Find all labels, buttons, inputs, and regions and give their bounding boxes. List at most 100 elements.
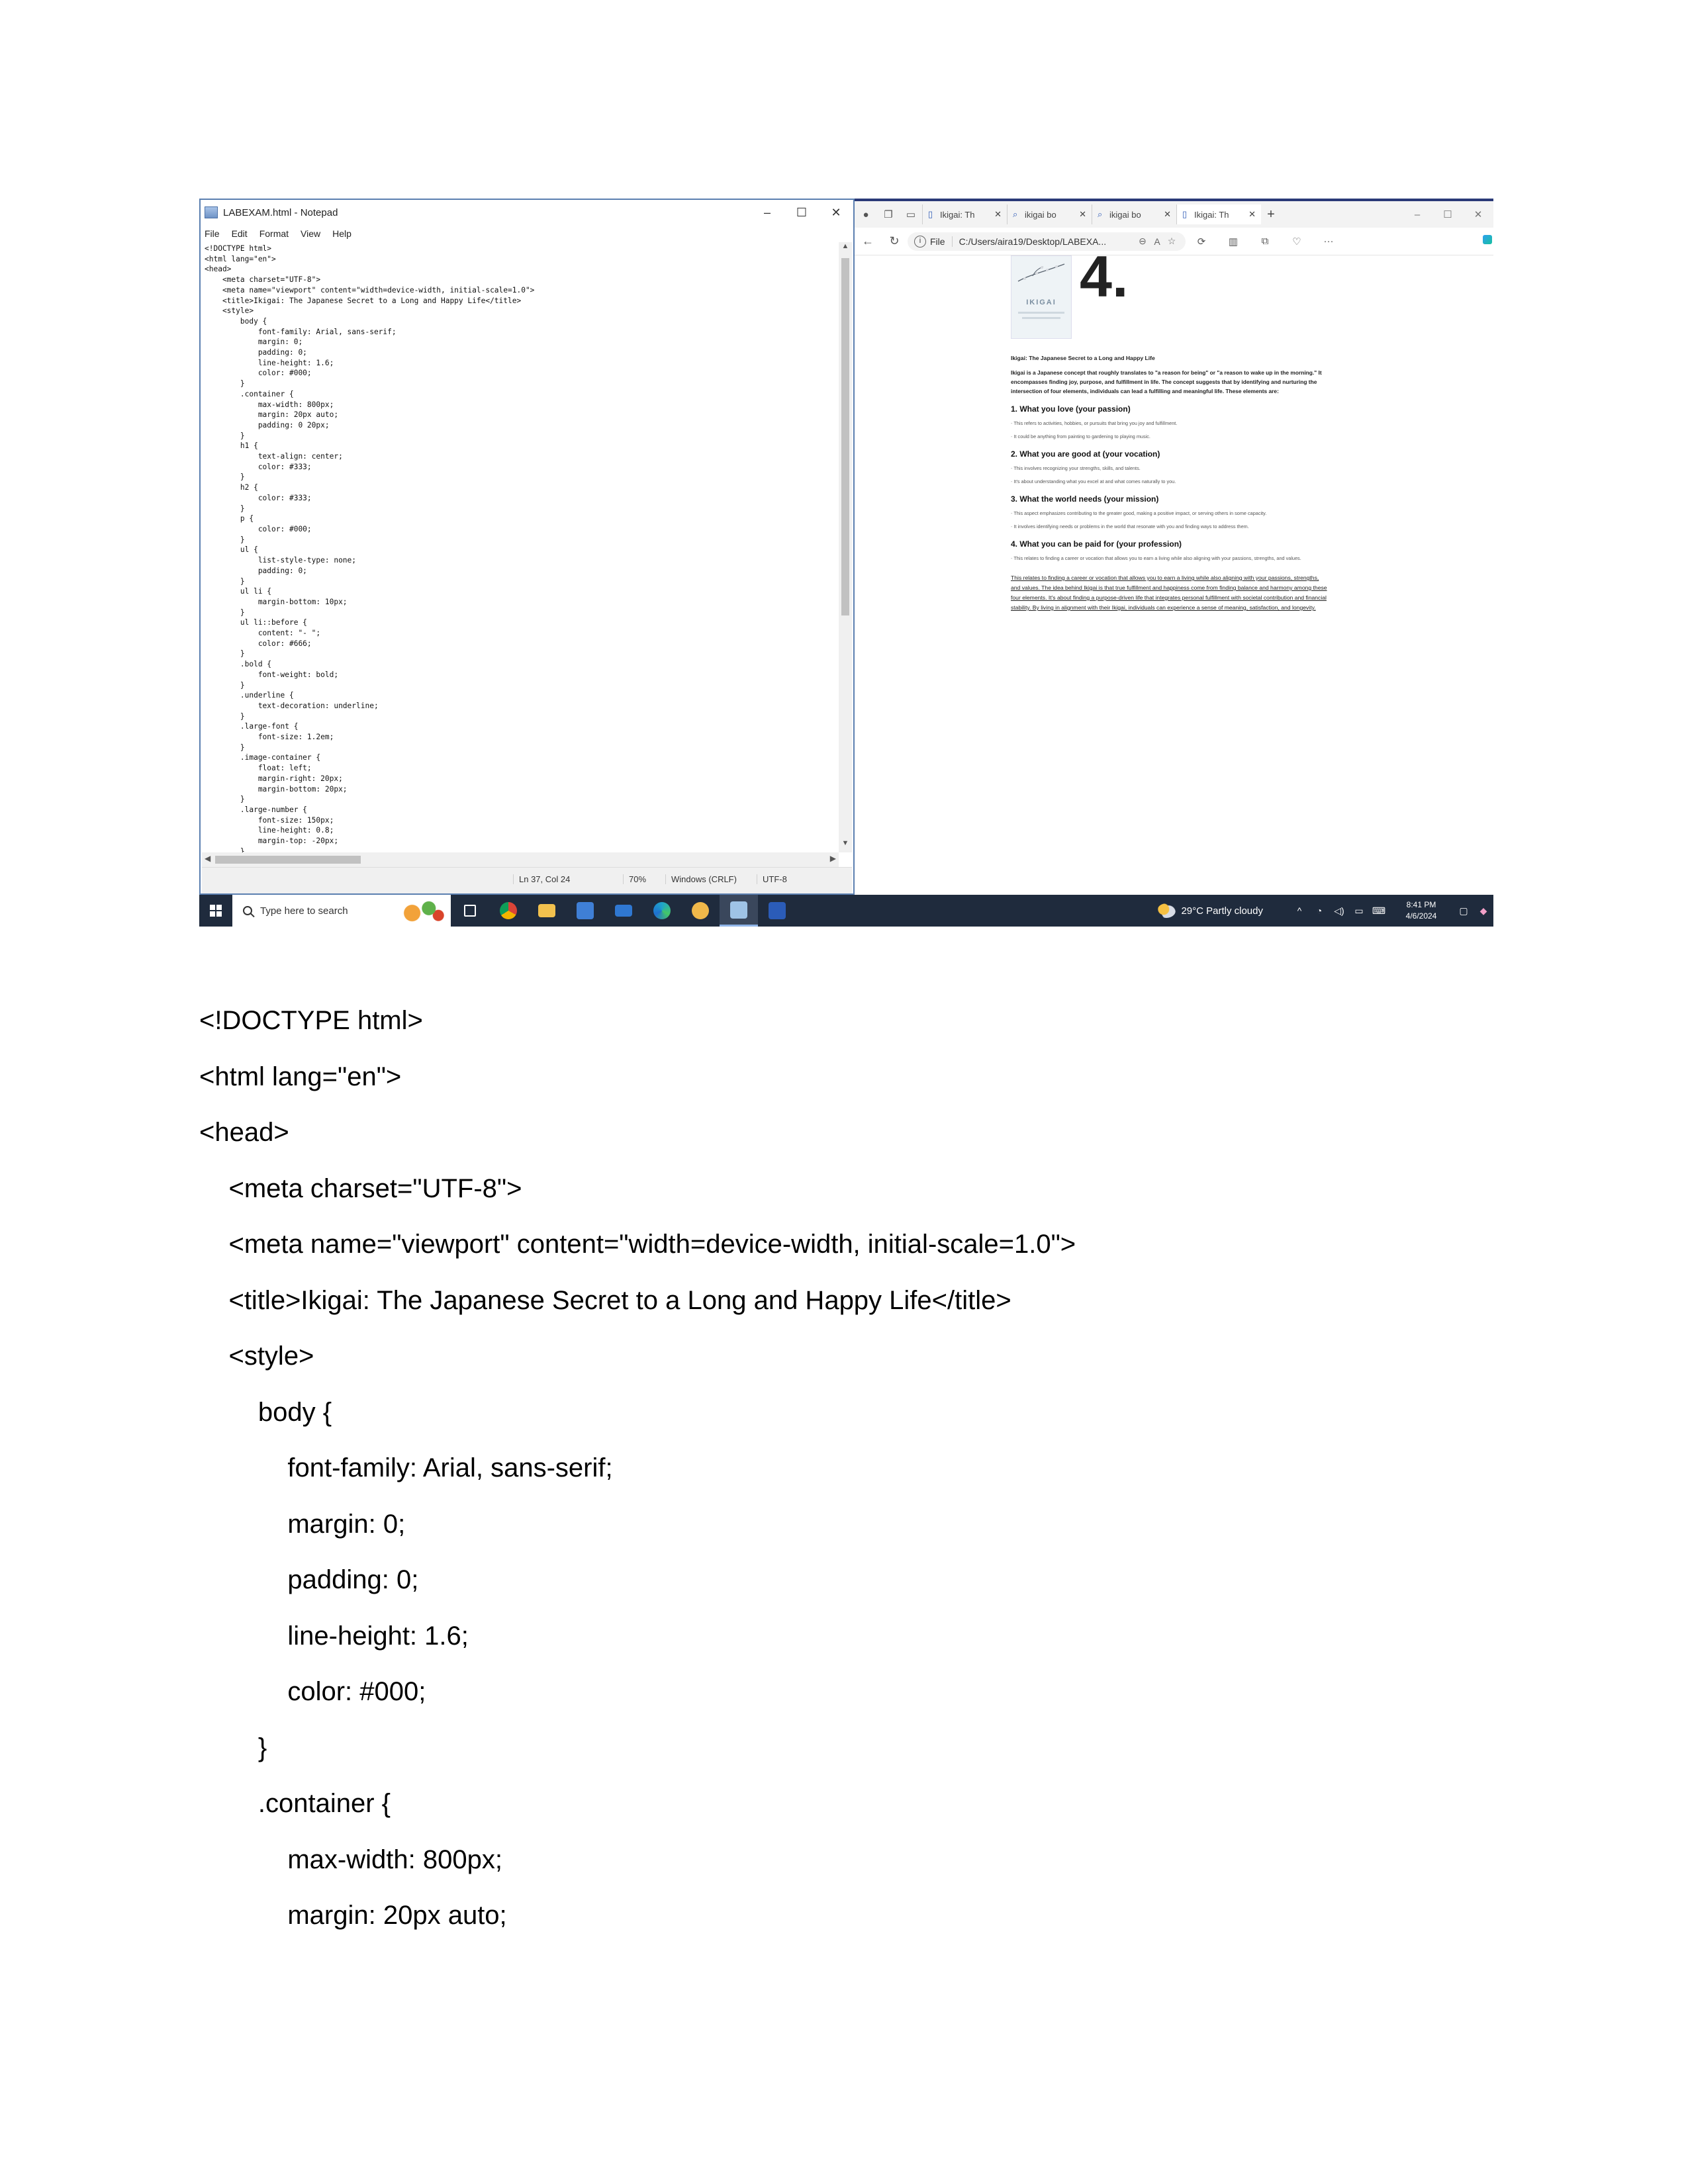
refresh-icon[interactable]: ↻ <box>881 234 908 248</box>
book-subtitle-line <box>1018 312 1064 314</box>
keyboard-icon[interactable]: ⌨ <box>1369 905 1389 917</box>
document-code-line: margin: 0; <box>199 1509 406 1539</box>
code-line: ul { <box>205 545 258 555</box>
info-icon[interactable]: i <box>914 235 926 248</box>
notepad-editor[interactable]: <!DOCTYPE html> <html lang="en"> <head> … <box>202 242 839 852</box>
code-line: margin: 20px auto; <box>205 410 339 420</box>
workspaces-icon[interactable]: ❐ <box>877 208 900 220</box>
code-line: } <box>205 431 245 440</box>
document-code-line: } <box>199 1733 267 1762</box>
document-code-line: .container { <box>199 1789 391 1818</box>
copilot-icon[interactable] <box>1483 235 1492 244</box>
weather-text[interactable]: 29°C Partly cloudy <box>1181 905 1263 917</box>
split-screen-icon[interactable]: ▥ <box>1217 236 1249 248</box>
menu-edit[interactable]: Edit <box>232 228 248 239</box>
tab-actions-icon[interactable]: ▭ <box>900 208 922 220</box>
close-tab-icon[interactable]: ✕ <box>1077 209 1086 220</box>
scroll-up-icon[interactable]: ▲ <box>839 242 852 255</box>
tab-2[interactable]: ⌕ ikigai bo ✕ <box>1007 205 1092 224</box>
edge-icon[interactable] <box>643 895 681 927</box>
tab-3[interactable]: ⌕ ikigai bo ✕ <box>1092 205 1176 224</box>
task-view-icon[interactable] <box>451 895 489 927</box>
tab-1[interactable]: ▯ Ikigai: Th ✕ <box>922 205 1007 224</box>
close-icon[interactable]: ✕ <box>819 206 853 220</box>
code-line: color: #000; <box>205 524 312 533</box>
close-tab-icon[interactable]: ✕ <box>1162 209 1171 220</box>
extensions-icon[interactable]: ⟳ <box>1186 236 1217 248</box>
copilot-icon[interactable]: ◆ <box>1474 905 1493 917</box>
menu-file[interactable]: File <box>205 228 220 239</box>
notepad-code: <!DOCTYPE html> <html lang="en"> <head> … <box>202 242 839 852</box>
scrollbar-thumb[interactable] <box>841 258 849 615</box>
browser-essentials-icon[interactable]: ♡ <box>1281 236 1313 248</box>
horizontal-scrollbar[interactable]: ◀ ▶ <box>202 852 839 867</box>
zoom-icon[interactable]: ⊖ <box>1135 236 1150 247</box>
page-icon: ▯ <box>1182 209 1188 219</box>
volume-icon[interactable]: ◁) <box>1329 905 1349 917</box>
code-line: float: left; <box>205 764 312 773</box>
code-line: .bold { <box>205 660 272 669</box>
url-text[interactable]: C:/Users/aira19/Desktop/LABEXA... <box>959 236 1135 247</box>
collections-icon[interactable]: ⧉ <box>1249 236 1281 247</box>
vertical-scrollbar[interactable]: ▲ ▼ <box>839 242 852 852</box>
clock[interactable]: 8:41 PM 4/6/2024 <box>1395 899 1447 922</box>
battery-icon[interactable]: ▭ <box>1349 905 1369 917</box>
close-icon[interactable]: ✕ <box>1463 208 1493 220</box>
document-code-line: <style> <box>199 1342 314 1371</box>
minimize-icon[interactable]: – <box>750 206 784 220</box>
tab-4[interactable]: ▯ Ikigai: Th ✕ <box>1176 205 1261 224</box>
network-icon[interactable]: ◔ <box>1309 905 1329 916</box>
scrollbar-thumb[interactable] <box>215 856 361 864</box>
section-2: 2. What you are good at (your vocation) … <box>1011 449 1329 486</box>
app-icon[interactable] <box>681 895 720 927</box>
taskbar-search[interactable]: Type here to search <box>232 895 451 927</box>
scroll-down-icon[interactable]: ▼ <box>839 839 852 852</box>
line-ending: Windows (CRLF) <box>665 874 737 884</box>
address-bar[interactable]: i File C:/Users/aira19/Desktop/LABEXA...… <box>908 232 1186 251</box>
minimize-icon[interactable]: – <box>1402 209 1432 220</box>
notepad-icon[interactable] <box>720 895 758 927</box>
mail-icon[interactable] <box>604 895 643 927</box>
search-icon <box>243 906 252 915</box>
weather-icon[interactable] <box>1157 903 1176 918</box>
book-subtitle-line <box>1022 317 1060 319</box>
list-item: This involves recognizing your strengths… <box>1011 465 1329 473</box>
chrome-icon[interactable] <box>489 895 528 927</box>
code-line: max-width: 800px; <box>205 400 334 409</box>
file-explorer-icon[interactable] <box>528 895 566 927</box>
profile-icon[interactable]: ● <box>855 209 877 220</box>
code-line: padding: 0; <box>205 348 307 357</box>
read-aloud-icon[interactable]: A <box>1150 236 1164 247</box>
code-line: <style> <box>205 306 254 316</box>
encoding: UTF-8 <box>757 874 787 884</box>
maximize-icon[interactable]: ☐ <box>1432 208 1463 220</box>
cursor-position: Ln 37, Col 24 <box>513 874 570 884</box>
store-icon[interactable] <box>566 895 604 927</box>
menu-format[interactable]: Format <box>259 228 289 239</box>
notifications-icon[interactable]: ▢ <box>1454 905 1474 917</box>
back-icon[interactable]: ← <box>855 234 881 248</box>
menu-help[interactable]: Help <box>332 228 352 239</box>
code-line: font-weight: bold; <box>205 670 339 679</box>
browser-toolbar: ← ↻ i File C:/Users/aira19/Desktop/LABEX… <box>855 228 1493 255</box>
scroll-right-icon[interactable]: ▶ <box>830 854 836 863</box>
scroll-left-icon[interactable]: ◀ <box>205 854 211 863</box>
more-options-icon[interactable]: ··· <box>1313 236 1344 247</box>
code-line: margin-right: 20px; <box>205 774 343 783</box>
code-line: } <box>205 473 245 482</box>
code-line: line-height: 0.8; <box>205 826 334 835</box>
sidebar-toggle[interactable] <box>1481 228 1493 255</box>
start-button[interactable] <box>199 895 232 927</box>
maximize-icon[interactable]: ☐ <box>784 206 819 220</box>
document-code-line: <html lang="en"> <box>199 1062 402 1091</box>
close-tab-icon[interactable]: ✕ <box>992 209 1002 220</box>
chevron-up-icon[interactable]: ^ <box>1289 905 1309 916</box>
menu-view[interactable]: View <box>301 228 320 239</box>
favorite-star-icon[interactable]: ☆ <box>1164 236 1179 247</box>
new-tab-button[interactable]: + <box>1261 207 1281 222</box>
close-tab-icon[interactable]: ✕ <box>1246 209 1256 220</box>
system-tray: 29°C Partly cloudy ^ ◔ ◁) ▭ ⌨ 8:41 PM 4/… <box>1157 895 1493 927</box>
closing-paragraph: This relates to finding a career or voca… <box>1011 574 1327 611</box>
word-icon[interactable] <box>758 895 796 927</box>
list-item: It involves identifying needs or problem… <box>1011 523 1329 531</box>
